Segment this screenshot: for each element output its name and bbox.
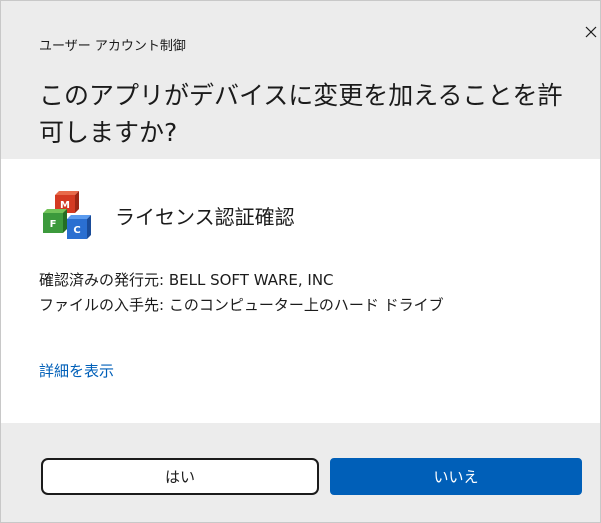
show-details-link[interactable]: 詳細を表示 [39,360,114,381]
yes-button[interactable]: はい [41,458,319,495]
no-button[interactable]: いいえ [330,458,582,495]
svg-text:F: F [50,219,57,230]
app-name: ライセンス認証確認 [115,205,295,229]
mfc-app-icon: M F C [43,191,91,239]
permission-question: このアプリがデバイスに変更を加えることを許可しますか? [39,81,563,147]
uac-dialog: ユーザー アカウント制御 このアプリがデバイスに変更を加えることを許可しますか?… [0,0,601,523]
svg-text:C: C [73,225,80,236]
close-icon [585,26,597,38]
close-button[interactable] [583,21,601,43]
dialog-title: ユーザー アカウント制御 [39,39,186,54]
file-origin-label: ファイルの入手先: このコンピューター上のハード ドライブ [39,296,444,314]
publisher-label: 確認済みの発行元: BELL SOFT WARE, INC [39,271,334,289]
